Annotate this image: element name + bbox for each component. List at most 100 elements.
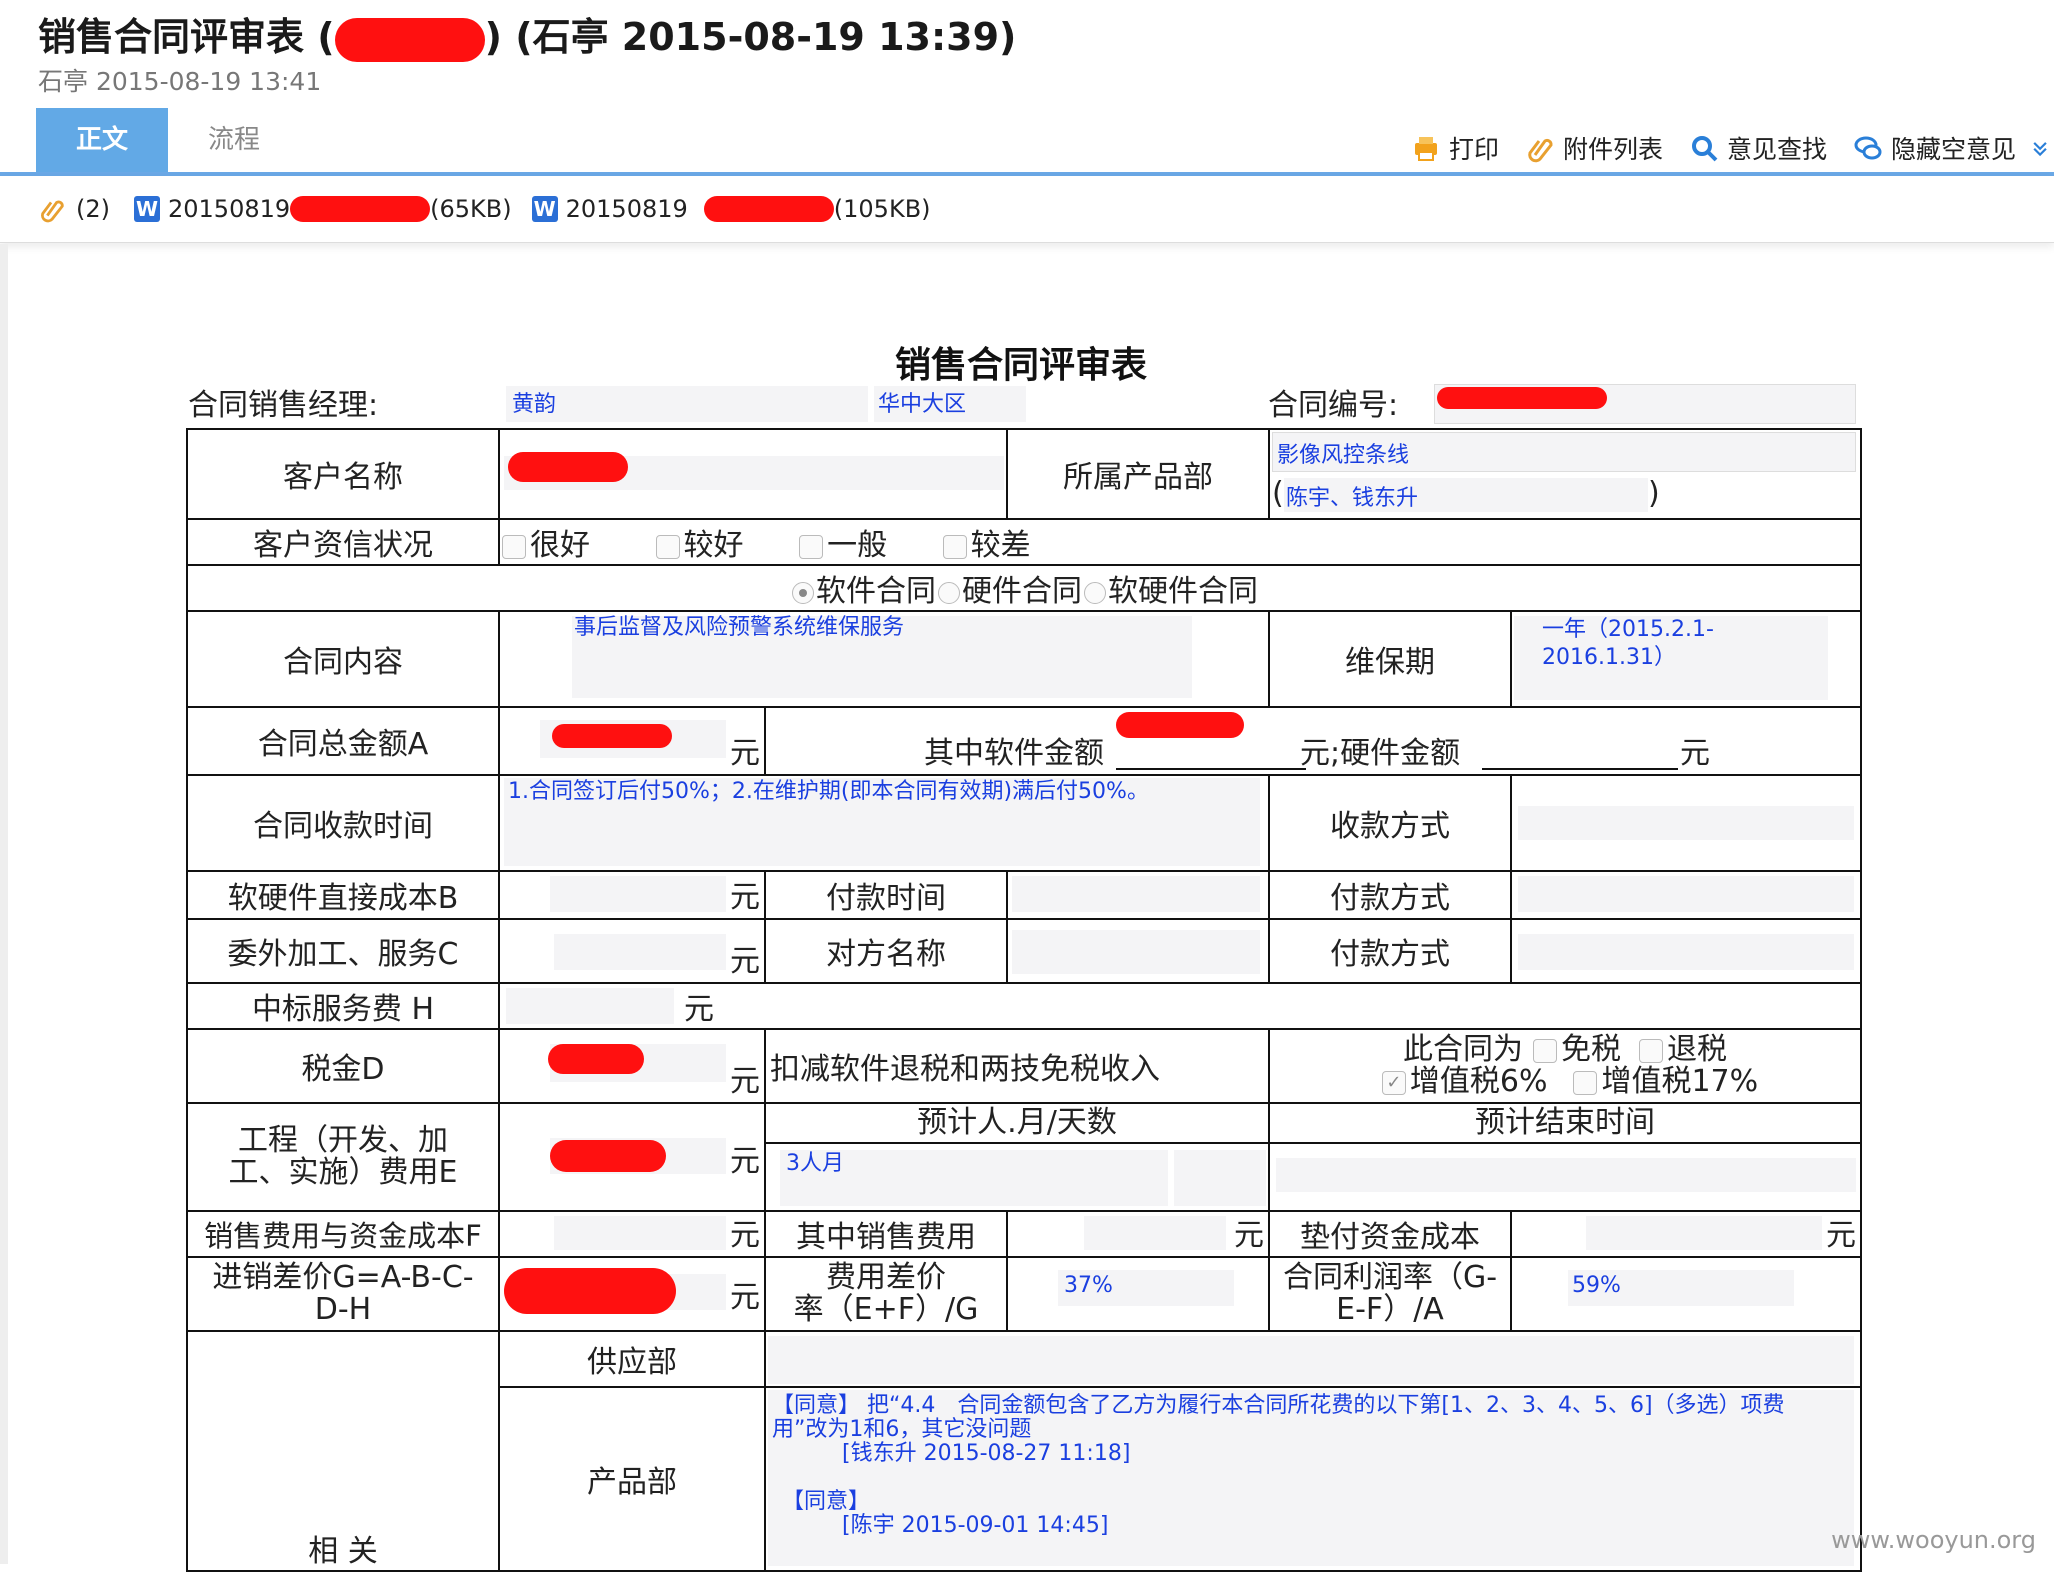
tab-workflow[interactable]: 流程 <box>168 108 300 172</box>
pay-method-cell-2[interactable] <box>1510 918 1862 984</box>
fee-ratio-cell[interactable]: 37% <box>1006 1256 1270 1332</box>
software-hardware-contract-radio[interactable] <box>1084 581 1106 604</box>
tax-d-cell[interactable]: 元 <box>498 1028 766 1104</box>
credit-very-good-checkbox[interactable] <box>502 534 526 559</box>
end-time-cell: 预计结束时间 <box>1268 1102 1862 1212</box>
maintenance-cell[interactable]: 一年（2015.2.1-2016.1.31） <box>1510 610 1862 708</box>
hardware-amount-field[interactable] <box>1482 764 1678 770</box>
opinion-1-signature: [钱东升 2015-08-27 11:18] <box>842 1441 1131 1466</box>
content-label: 合同内容 <box>186 610 500 708</box>
hide-empty-opinion-button[interactable]: 隐藏空意见 <box>1853 130 2016 166</box>
software-contract-radio[interactable] <box>792 581 814 604</box>
sales-f-cell[interactable]: 元 <box>498 1210 766 1258</box>
tax-exempt-checkbox[interactable] <box>1533 1038 1557 1063</box>
supply-dept-opinion[interactable] <box>764 1330 1862 1388</box>
toolbar: 打印 附件列表 意见查找 隐藏空意见 <box>1395 128 2054 168</box>
paperclip-icon <box>1528 138 1553 163</box>
find-opinion-button[interactable]: 意见查找 <box>1689 130 1827 166</box>
pay-time-cell[interactable] <box>1006 870 1270 920</box>
opinion-2-tag: 【同意】 <box>782 1489 871 1514</box>
print-button[interactable]: 打印 <box>1411 130 1499 166</box>
redaction-mark <box>1116 712 1244 738</box>
product-dept-opinion[interactable]: 【同意】 把“4.4 合同金额包含了乙方为履行本合同所花费的以下第[1、2、3、… <box>764 1386 1862 1572</box>
redaction-mark <box>703 196 834 222</box>
pay-method-label: 付款方式 <box>1268 870 1512 920</box>
end-time-field[interactable] <box>1276 1158 1856 1192</box>
attachment-bar: (2) W 20150819 (65KB) W 20150819 (105KB) <box>0 176 2054 243</box>
pay-method-label-2: 付款方式 <box>1268 918 1512 984</box>
region-field[interactable]: 华中大区 <box>874 386 1026 422</box>
margin-g-cell[interactable]: 元 <box>498 1256 766 1332</box>
margin-g-label: 进销差价G=A-B-C- D-H <box>186 1256 500 1332</box>
redaction-mark <box>290 196 431 222</box>
redaction-mark <box>504 1268 676 1314</box>
cost-b-cell[interactable]: 元 <box>498 870 766 920</box>
redaction-mark <box>1437 387 1607 409</box>
total-amount-label: 合同总金额A <box>186 706 500 776</box>
opinion-1-tag: 【同意】 <box>772 1393 861 1418</box>
fee-h-label: 中标服务费 H <box>186 982 500 1030</box>
product-dept-label: 所属产品部 <box>1006 428 1270 520</box>
expand-toolbar-button[interactable] <box>2032 133 2054 163</box>
receipt-time-cell[interactable]: 1.合同签订后付50%；2.在维护期(即本合同有效期)满后付50%。 <box>498 774 1270 872</box>
advance-cost-label: 垫付资金成本 <box>1268 1210 1512 1258</box>
attachment-count: (2) <box>76 195 110 223</box>
tax-d-label: 税金D <box>186 1028 500 1104</box>
opinion-2-signature: [陈宇 2015-09-01 14:45] <box>842 1513 1109 1538</box>
vat-6-checkbox[interactable]: ✓ <box>1381 1070 1406 1095</box>
contract-no-field[interactable] <box>1434 384 1856 424</box>
fee-ratio-label: 费用差价 率（E+F）/G <box>764 1256 1008 1332</box>
redaction-mark <box>508 452 628 482</box>
attachment-file-1[interactable]: W 20150819 (65KB) <box>134 195 512 223</box>
cost-c-cell[interactable]: 元 <box>498 918 766 984</box>
credit-good-checkbox[interactable] <box>655 534 680 559</box>
man-days-extra-field[interactable] <box>1174 1150 1266 1206</box>
advance-cost-cell[interactable]: 元 <box>1510 1210 1862 1258</box>
credit-label: 客户资信状况 <box>186 518 500 566</box>
redaction-mark <box>550 1140 666 1172</box>
engineering-e-label: 工程（开发、加 工、实施）费用E <box>186 1102 500 1212</box>
pay-method-cell[interactable] <box>1510 870 1862 920</box>
vat-17-checkbox[interactable] <box>1573 1070 1598 1095</box>
sales-f-label: 销售费用与资金成本F <box>186 1210 500 1258</box>
engineering-e-cell[interactable]: 元 <box>498 1102 766 1212</box>
man-days-field[interactable]: 3人月 <box>780 1150 1168 1206</box>
pay-time-label: 付款时间 <box>764 870 1008 920</box>
receipt-method-label: 收款方式 <box>1268 774 1512 872</box>
tax-type-cell: 此合同为 免税 退税 ✓ 增值税6% 增值税17% <box>1268 1028 1862 1104</box>
software-amount-field[interactable] <box>1116 764 1306 770</box>
redaction-mark <box>548 1044 644 1074</box>
credit-poor-checkbox[interactable] <box>942 534 967 559</box>
word-doc-icon: W <box>134 196 160 222</box>
manager-field[interactable]: 黄韵 <box>506 386 868 422</box>
hardware-contract-radio[interactable] <box>938 581 960 604</box>
tax-refund-checkbox[interactable] <box>1639 1038 1663 1063</box>
customer-name-cell[interactable] <box>498 428 1008 520</box>
tab-main-text[interactable]: 正文 <box>36 108 168 172</box>
attachment-file-2[interactable]: W 20150819 (105KB) <box>531 195 931 223</box>
printer-icon <box>1414 137 1437 161</box>
attachment-list-button[interactable]: 附件列表 <box>1525 130 1663 166</box>
man-days-cell: 预计人.月/天数 3人月 <box>764 1102 1270 1212</box>
counterparty-label: 对方名称 <box>764 918 1008 984</box>
fee-h-cell[interactable]: 元 <box>498 982 1862 1030</box>
sales-fee-cell[interactable]: 元 <box>1006 1210 1270 1258</box>
credit-average-checkbox[interactable] <box>799 534 824 559</box>
watermark: www.wooyun.org <box>1831 1526 2036 1554</box>
profit-rate-cell[interactable]: 59% <box>1510 1256 1862 1332</box>
chevron-down-icon <box>2033 142 2047 157</box>
sales-fee-label: 其中销售费用 <box>764 1210 1008 1258</box>
opinion-1-text: 把“4.4 合同金额包含了乙方为履行本合同所花费的以下第[1、2、3、4、5、6… <box>772 1393 1785 1442</box>
contract-review-form: 客户名称 所属产品部 影像风控条线 ( 陈宇、钱东升 ) 客户资信状况 很好 较… <box>186 428 1862 1572</box>
product-people-field[interactable]: 陈宇、钱东升 <box>1284 478 1648 512</box>
content-cell[interactable]: 事后监督及风险预警系统维保服务 <box>498 610 1270 708</box>
total-amount-cell[interactable]: 元 <box>498 706 766 776</box>
receipt-method-cell[interactable] <box>1510 774 1862 872</box>
document-meta: 石亭 2015-08-19 13:41 <box>38 67 322 96</box>
product-line-field[interactable]: 影像风控条线 <box>1272 432 1856 472</box>
amount-breakdown-cell: 其中软件金额 元;硬件金额 元 <box>764 706 1862 776</box>
redaction-mark <box>552 724 672 748</box>
counterparty-cell[interactable] <box>1006 918 1270 984</box>
receipt-time-label: 合同收款时间 <box>186 774 500 872</box>
page-title: 销售合同评审表 () (石亭 2015-08-19 13:39) <box>38 6 1016 62</box>
